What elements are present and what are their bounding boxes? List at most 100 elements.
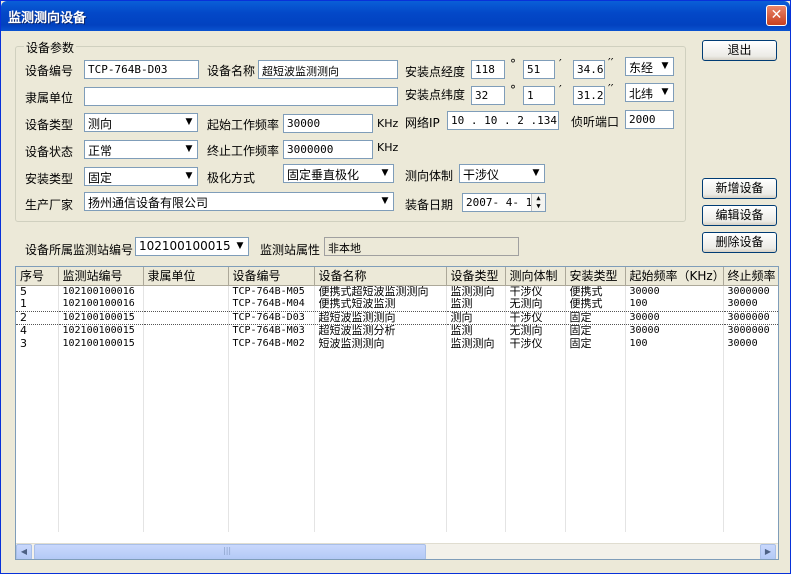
edit-device-button[interactable]: 编辑设备 [702, 205, 777, 226]
column-header[interactable]: 测向体制 [505, 267, 566, 286]
empty-cell [723, 519, 778, 532]
table-row[interactable]: 3 102100100015 TCP-764B-M02 短波监测测向 监测测向 干涉仪 固定… [16, 337, 778, 350]
column-header[interactable]: 设备类型 [446, 267, 506, 286]
column-header[interactable]: 监测站编号 [58, 267, 144, 286]
empty-cell [565, 441, 626, 454]
df-system-select[interactable]: 干涉仪 ▼ [459, 164, 545, 183]
table-row[interactable]: 4 102100100015 TCP-764B-M03 超短波监测分析 监测 无测向 固定 3… [16, 324, 778, 337]
device-state-select[interactable]: 正常 ▼ [84, 140, 198, 159]
chevron-down-icon[interactable]: ▼ [377, 193, 393, 210]
column-header[interactable]: 设备名称 [314, 267, 447, 286]
port-field[interactable]: 2000 [625, 110, 674, 129]
empty-cell [58, 454, 144, 467]
device-no-field[interactable]: TCP-764B-D03 [84, 60, 199, 79]
install-date-field[interactable]: 2007- 4- 1 ▲ ▼ [462, 193, 546, 212]
install-type-select[interactable]: 固定 ▼ [84, 167, 198, 186]
table-cell: 超短波监测分析 [314, 324, 447, 337]
start-freq-label: 起始工作频率 [207, 118, 280, 132]
station-no-label: 设备所属监测站编号 [25, 243, 134, 257]
table-cell: 干涉仪 [505, 310, 566, 325]
title-bar[interactable]: 监测测向设备 ✕ [1, 1, 790, 31]
device-table[interactable]: 序号 监测站编号 隶属单位 设备编号 设备名称 设备类型 测向体制 安装类型 起始频率（KHz）… [15, 266, 779, 560]
chevron-down-icon[interactable]: ▼ [181, 168, 197, 185]
empty-cell [58, 363, 144, 376]
table-cell: 便携式 [565, 298, 626, 311]
empty-cell [58, 493, 144, 506]
column-header[interactable]: 隶属单位 [143, 267, 229, 286]
chevron-down-icon[interactable]: ▼ [528, 165, 544, 182]
group-title: 设备参数 [24, 39, 77, 56]
empty-cell [228, 428, 315, 441]
polarization-select[interactable]: 固定垂直极化 ▼ [283, 164, 394, 183]
manufacturer-label: 生产厂家 [25, 198, 74, 212]
ip-field[interactable]: 10 . 10 . 2 .134 [447, 111, 559, 130]
empty-cell [58, 428, 144, 441]
chevron-down-icon[interactable]: ▼ [657, 58, 673, 75]
chevron-down-icon[interactable]: ▼ [181, 141, 197, 158]
add-device-button[interactable]: 新增设备 [702, 178, 777, 199]
chevron-down-icon[interactable]: ▼ [657, 84, 673, 101]
lon-dir-select[interactable]: 东经 ▼ [625, 57, 674, 76]
exit-button[interactable]: 退出 [702, 40, 777, 61]
empty-cell [58, 415, 144, 428]
column-header[interactable]: 安装类型 [565, 267, 626, 286]
table-cell: 3000000 [723, 324, 778, 337]
polarization-label: 极化方式 [207, 171, 256, 185]
lat-deg-field[interactable]: 32 [471, 86, 505, 105]
empty-cell [723, 428, 778, 441]
chevron-down-icon[interactable]: ▼ [377, 165, 393, 182]
scroll-thumb[interactable]: ||| [34, 544, 426, 559]
end-freq-field[interactable]: 3000000 [283, 140, 373, 159]
scroll-left-icon[interactable]: ◀ [16, 544, 32, 559]
install-date-value: 2007- 4- 1 [466, 196, 533, 209]
table-row[interactable]: 5 102100100016 TCP-764B-M05 便携式超短波监测测向 监测测向干… [16, 285, 778, 298]
owner-field[interactable] [84, 87, 398, 106]
lat-dir-value: 北纬 [629, 87, 654, 101]
delete-device-button[interactable]: 删除设备 [702, 232, 777, 253]
close-icon[interactable]: ✕ [766, 5, 787, 26]
empty-cell [723, 506, 778, 519]
column-header[interactable]: 设备编号 [228, 267, 315, 286]
table-cell [143, 337, 229, 350]
lat-min-field[interactable]: 1 [523, 86, 555, 105]
device-name-field[interactable]: 超短波监测测向 [258, 60, 398, 79]
install-date-label: 装备日期 [405, 198, 454, 212]
device-type-value: 测向 [88, 117, 113, 131]
empty-cell [58, 402, 144, 415]
lon-deg-field[interactable]: 118 [471, 60, 505, 79]
latitude-label: 安装点纬度 [405, 88, 466, 102]
column-header[interactable]: 序号 [16, 267, 59, 286]
empty-cell [228, 480, 315, 493]
chevron-down-icon[interactable]: ▼ [181, 114, 197, 131]
lat-dir-select[interactable]: 北纬 ▼ [625, 83, 674, 102]
table-cell: 30000 [625, 324, 724, 337]
lon-sec-field[interactable]: 34.6 [573, 60, 605, 79]
chevron-down-icon[interactable]: ▼ [232, 238, 248, 255]
table-row[interactable]: 1 102100100016 TCP-764B-M04 便携式短波监测 监测 无测向 便携式… [16, 298, 778, 311]
empty-cell [314, 454, 447, 467]
station-no-select[interactable]: 102100100015 ▼ [135, 237, 249, 256]
horizontal-scrollbar[interactable]: ◀ ||| ▶ [16, 543, 778, 559]
column-header[interactable]: 起始频率（KHz） [625, 267, 724, 286]
empty-cell [58, 467, 144, 480]
scroll-right-icon[interactable]: ▶ [760, 544, 776, 559]
end-freq-unit: KHz [377, 141, 399, 154]
date-spinner-icon[interactable]: ▲ ▼ [531, 194, 545, 211]
table-row[interactable]: 2 102100100015 TCP-764B-D03 超短波监测测向 测向 干涉仪 固定 3… [16, 310, 778, 325]
empty-cell [16, 441, 59, 454]
deg-mark-2: ° [510, 83, 516, 97]
device-type-select[interactable]: 测向 ▼ [84, 113, 198, 132]
lon-min-field[interactable]: 51 [523, 60, 555, 79]
empty-cell [16, 415, 59, 428]
empty-cell [58, 480, 144, 493]
empty-row [16, 415, 778, 428]
column-header[interactable]: 终止频率 [723, 267, 778, 286]
lat-sec-field[interactable]: 31.2 [573, 86, 605, 105]
manufacturer-select[interactable]: 扬州通信设备有限公司 ▼ [84, 192, 394, 211]
station-attr-field: 非本地 [324, 237, 519, 256]
start-freq-field[interactable]: 30000 [283, 114, 373, 133]
table-cell [143, 310, 229, 325]
empty-cell [625, 350, 724, 363]
empty-cell [446, 363, 506, 376]
table-cell: 30000 [625, 285, 724, 298]
